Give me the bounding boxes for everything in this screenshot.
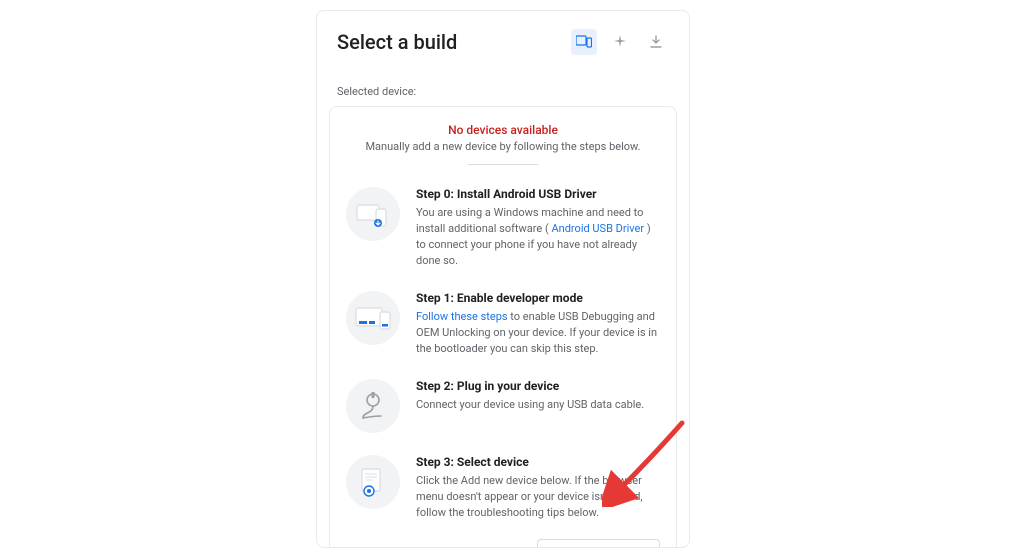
follow-steps-link[interactable]: Follow these steps [416,310,508,323]
step-title: Step 1: Enable developer mode [416,291,660,305]
download-icon[interactable] [643,29,669,55]
device-setup-card: No devices available Manually add a new … [329,106,677,548]
selected-device-label: Selected device: [317,61,689,104]
page-title: Select a build [337,30,457,54]
step-desc: You are using a Windows machine and need… [416,205,660,269]
no-devices-subtitle: Manually add a new device by following t… [346,139,660,154]
step-3: Step 3: Select device Click the Add new … [346,455,660,521]
plug-device-icon [346,379,400,433]
android-usb-driver-link[interactable]: Android USB Driver [551,222,644,235]
step-1: Step 1: Enable developer mode Follow the… [346,291,660,357]
no-devices-title: No devices available [346,123,660,137]
select-build-panel: Select a build [316,10,690,548]
step-title: Step 0: Install Android USB Driver [416,187,660,201]
no-devices-block: No devices available Manually add a new … [346,123,660,165]
usb-driver-icon [346,187,400,241]
panel-header: Select a build [317,11,689,61]
devices-icon[interactable] [571,29,597,55]
step-2: Step 2: Plug in your device Connect your… [346,379,660,433]
step-title: Step 3: Select device [416,455,660,469]
header-actions [571,29,669,55]
step-desc: Follow these steps to enable USB Debuggi… [416,309,660,357]
divider [468,164,538,165]
select-device-icon [346,455,400,509]
step-desc: Connect your device using any USB data c… [416,397,660,413]
step-0: Step 0: Install Android USB Driver You a… [346,187,660,269]
step-title: Step 2: Plug in your device [416,379,660,393]
developer-mode-icon [346,291,400,345]
sparkle-icon[interactable] [607,29,633,55]
step-desc: Click the Add new device below. If the b… [416,473,660,521]
